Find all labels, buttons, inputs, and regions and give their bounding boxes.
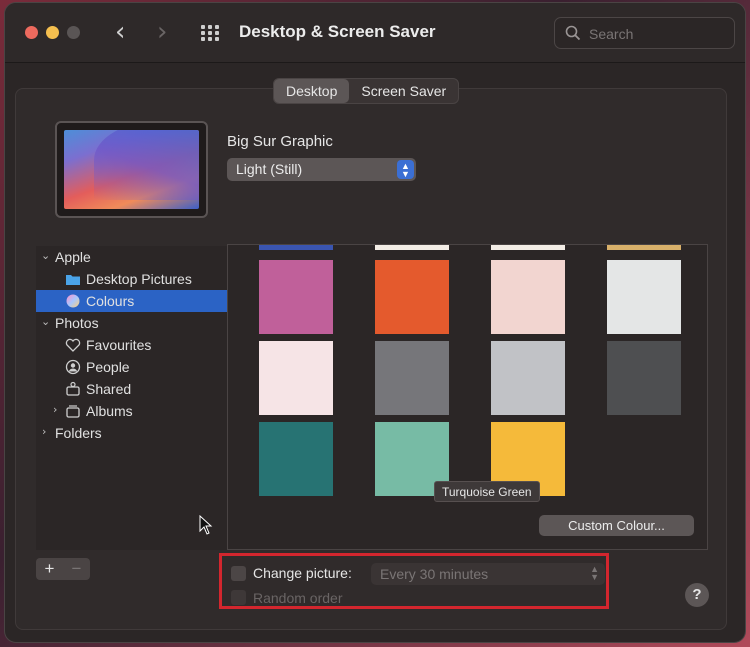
colour-swatch[interactable] bbox=[259, 341, 333, 415]
mouse-pointer-icon bbox=[199, 515, 213, 535]
random-order-checkbox[interactable] bbox=[231, 590, 246, 605]
back-button[interactable]: ‹ bbox=[115, 19, 125, 45]
sidebar-item-colours[interactable]: Colours bbox=[36, 290, 228, 312]
search-field[interactable]: Search bbox=[554, 17, 735, 49]
show-all-grid-icon[interactable] bbox=[201, 25, 221, 41]
colour-grid bbox=[227, 244, 708, 550]
title-bar: ‹ › Desktop & Screen Saver Search bbox=[5, 3, 745, 63]
add-remove-buttons: + − bbox=[36, 558, 90, 580]
colour-swatch[interactable] bbox=[607, 260, 681, 334]
colour-wheel-icon bbox=[66, 294, 80, 308]
heart-icon bbox=[65, 338, 81, 352]
close-button[interactable] bbox=[25, 26, 38, 39]
colour-swatch[interactable] bbox=[259, 422, 333, 496]
sidebar-item-favourites[interactable]: Favourites bbox=[36, 334, 228, 356]
colour-swatch[interactable] bbox=[491, 260, 565, 334]
sidebar-item-albums[interactable]: › Albums bbox=[36, 400, 228, 422]
sidebar-item-desktop-pictures[interactable]: Desktop Pictures bbox=[36, 268, 228, 290]
colour-swatch-partial[interactable] bbox=[259, 245, 333, 250]
colour-swatch-partial[interactable] bbox=[491, 245, 565, 250]
window-title: Desktop & Screen Saver bbox=[239, 22, 436, 41]
random-order-label: Random order bbox=[253, 590, 343, 606]
updown-arrows-icon: ▲ ▼ bbox=[397, 160, 414, 179]
search-icon bbox=[565, 25, 581, 41]
colour-swatch[interactable] bbox=[491, 341, 565, 415]
wallpaper-thumbnail bbox=[64, 130, 199, 209]
minimize-button[interactable] bbox=[46, 26, 59, 39]
chevron-right-icon[interactable]: › bbox=[53, 403, 57, 416]
source-sidebar: ⌄ Apple Desktop Pictures Colours ⌄ Photo… bbox=[36, 246, 228, 550]
sidebar-item-people[interactable]: People bbox=[36, 356, 228, 378]
album-icon bbox=[66, 405, 80, 418]
remove-folder-button[interactable]: − bbox=[63, 558, 90, 580]
colour-swatch[interactable] bbox=[607, 341, 681, 415]
wallpaper-name: Big Sur Graphic bbox=[227, 133, 333, 150]
forward-button[interactable]: › bbox=[157, 19, 167, 45]
sidebar-item-photos[interactable]: ⌄ Photos bbox=[36, 312, 228, 334]
change-interval-popup[interactable]: Every 30 minutes ▲ ▼ bbox=[371, 563, 605, 585]
tab-desktop[interactable]: Desktop bbox=[274, 79, 350, 103]
change-picture-checkbox[interactable] bbox=[231, 566, 246, 581]
custom-colour-button[interactable]: Custom Colour... bbox=[539, 515, 694, 536]
swatch-tooltip: Turquoise Green bbox=[434, 481, 540, 502]
wallpaper-mode-value: Light (Still) bbox=[236, 161, 303, 177]
colour-swatch-partial[interactable] bbox=[375, 245, 449, 250]
tab-bar: Desktop Screen Saver bbox=[273, 78, 460, 104]
updown-arrows-icon: ▲ ▼ bbox=[590, 564, 599, 582]
person-icon bbox=[65, 359, 81, 375]
shared-album-icon bbox=[66, 381, 80, 396]
zoom-button[interactable] bbox=[67, 26, 80, 39]
help-button[interactable]: ? bbox=[685, 583, 709, 607]
change-interval-value: Every 30 minutes bbox=[380, 566, 489, 582]
change-picture-label: Change picture: bbox=[253, 565, 352, 581]
sidebar-item-shared[interactable]: Shared bbox=[36, 378, 228, 400]
chevron-down-icon[interactable]: ⌄ bbox=[41, 249, 50, 262]
wallpaper-preview bbox=[55, 121, 208, 218]
sidebar-item-apple[interactable]: ⌄ Apple bbox=[36, 246, 228, 268]
colour-swatch-partial[interactable] bbox=[607, 245, 681, 250]
add-folder-button[interactable]: + bbox=[36, 558, 63, 580]
sidebar-item-folders[interactable]: › Folders bbox=[36, 422, 228, 444]
tab-screen-saver[interactable]: Screen Saver bbox=[349, 79, 458, 103]
chevron-down-icon[interactable]: ⌄ bbox=[41, 315, 50, 328]
chevron-right-icon[interactable]: › bbox=[42, 425, 46, 438]
wallpaper-mode-popup[interactable]: Light (Still) ▲ ▼ bbox=[227, 158, 416, 181]
folder-icon bbox=[66, 275, 80, 285]
colour-swatch[interactable] bbox=[375, 341, 449, 415]
search-placeholder: Search bbox=[589, 26, 634, 42]
colour-swatch[interactable] bbox=[375, 260, 449, 334]
colour-swatch[interactable] bbox=[259, 260, 333, 334]
